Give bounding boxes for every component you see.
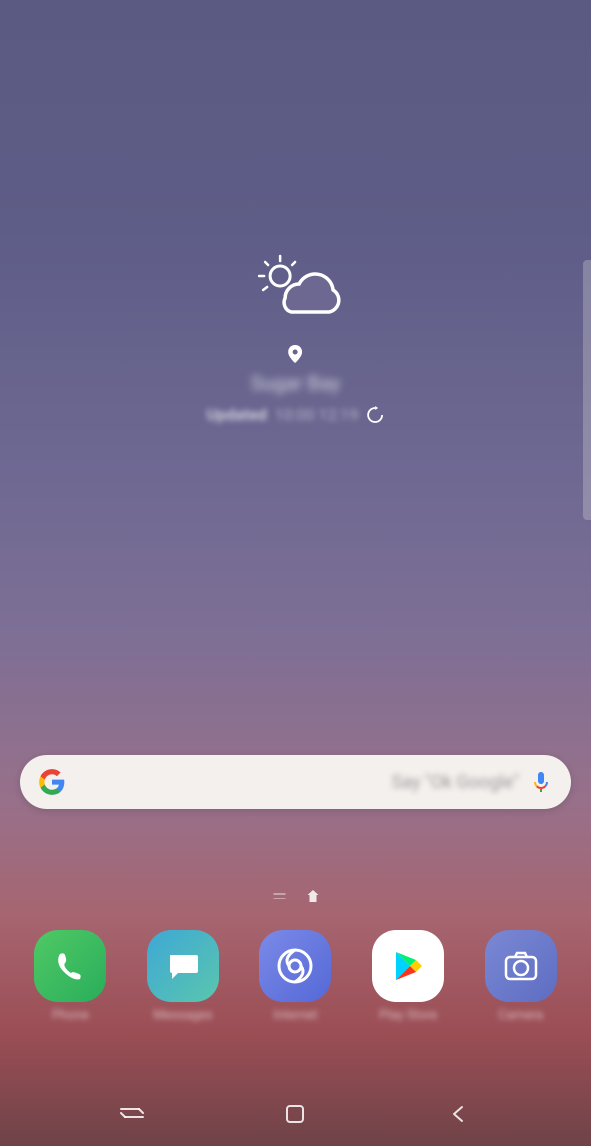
weather-update-row: Updated 10:00 12:19 — [207, 405, 385, 424]
update-label: Updated — [207, 405, 267, 424]
search-placeholder: Say "Ok Google" — [66, 772, 529, 793]
location-area: Sugar Bay Updated 10:00 12:19 — [207, 345, 385, 424]
location-name: Sugar Bay — [251, 371, 340, 395]
messages-app[interactable]: Messages — [147, 930, 219, 1023]
app-label: Play Store — [379, 1008, 437, 1023]
app-label: Messages — [153, 1008, 213, 1023]
internet-app[interactable]: Internet — [259, 930, 331, 1023]
play-store-app[interactable]: Play Store — [372, 930, 444, 1023]
refresh-icon[interactable] — [366, 406, 384, 424]
update-time: 10:00 12:19 — [275, 405, 359, 424]
google-search-bar[interactable]: Say "Ok Google" — [20, 755, 571, 809]
recents-button[interactable] — [117, 1099, 147, 1129]
dock: Phone Messages Internet Play Stor — [0, 930, 591, 1023]
apps-page-indicator-icon — [273, 893, 285, 899]
app-label: Camera — [498, 1008, 543, 1023]
back-button[interactable] — [444, 1099, 474, 1129]
home-page-indicator-icon — [307, 890, 318, 902]
navigation-bar — [0, 1081, 591, 1146]
camera-app[interactable]: Camera — [485, 930, 557, 1023]
voice-search-icon[interactable] — [529, 770, 553, 794]
camera-icon — [485, 930, 557, 1002]
home-button[interactable] — [280, 1099, 310, 1129]
play-store-icon — [372, 930, 444, 1002]
internet-icon — [259, 930, 331, 1002]
partly-cloudy-icon — [245, 250, 345, 320]
weather-widget[interactable]: Sugar Bay Updated 10:00 12:19 — [207, 250, 385, 424]
app-label: Internet — [273, 1008, 318, 1023]
messages-icon — [147, 930, 219, 1002]
edge-panel-handle[interactable] — [583, 260, 591, 520]
back-icon — [448, 1103, 470, 1125]
phone-app[interactable]: Phone — [34, 930, 106, 1023]
home-icon — [284, 1103, 306, 1125]
google-logo-icon — [38, 768, 66, 796]
location-pin-icon — [288, 345, 302, 363]
phone-icon — [34, 930, 106, 1002]
page-indicator[interactable] — [273, 890, 318, 902]
recents-icon — [119, 1105, 145, 1123]
app-label: Phone — [52, 1008, 89, 1023]
